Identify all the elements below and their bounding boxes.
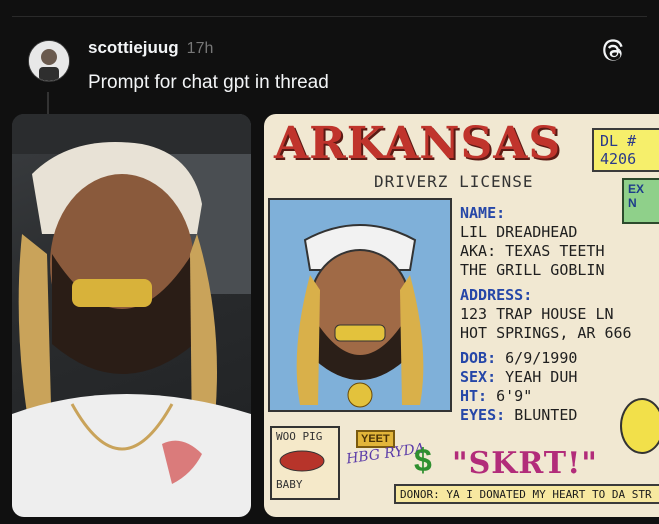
- top-divider: [12, 16, 647, 17]
- sign-top: WOO PIG: [276, 430, 323, 443]
- thread-line: [47, 92, 49, 114]
- field-sex: SEX: YEAH DUH: [460, 368, 578, 386]
- dollar-sign: $: [414, 442, 432, 478]
- dl-tag: DL # 4206: [592, 128, 659, 172]
- field-eyes: EYES: BLUNTED: [460, 406, 578, 424]
- field-address-1: 123 TRAP HOUSE LN: [460, 305, 614, 323]
- field-aka: AKA: TEXAS TEETH: [460, 242, 605, 260]
- field-aka-2: THE GRILL GOBLIN: [460, 261, 605, 279]
- exp-value: N: [628, 196, 637, 210]
- license-info: NAME: LIL DREADHEAD AKA: TEXAS TEETH THE…: [460, 204, 632, 425]
- timestamp: 17h: [186, 40, 214, 57]
- field-address-label: ADDRESS:: [460, 286, 533, 304]
- post-text: Prompt for chat gpt in thread: [88, 72, 329, 93]
- dl-number: 4206: [600, 150, 637, 168]
- avatar[interactable]: [28, 40, 70, 82]
- selfie-photo[interactable]: [12, 114, 251, 517]
- field-ht: HT: 6'9": [460, 387, 533, 405]
- license-title: ARKANSAS: [274, 118, 562, 169]
- post-header: scottiejuug 17h: [88, 38, 213, 58]
- license-subtitle: DRIVERZ LICENSE: [374, 172, 534, 191]
- field-name-label: NAME:: [460, 204, 506, 222]
- field-name-value: LIL DREADHEAD: [460, 223, 578, 241]
- woo-pig-sign: WOO PIG BABY: [270, 426, 340, 500]
- donor-strip: DONOR: YA I DONATED MY HEART TO DA STR: [394, 484, 659, 504]
- skrt-text: "SKRT!": [452, 446, 598, 481]
- field-dob: DOB: 6/9/1990: [460, 349, 578, 367]
- license-card-image[interactable]: ARKANSAS DRIVERZ LICENSE DL # 4206 EX N …: [264, 114, 659, 517]
- dl-label: DL #: [600, 132, 637, 150]
- threads-icon[interactable]: [600, 38, 628, 66]
- portrait-illustration: [296, 224, 424, 408]
- selfie-illustration: [12, 114, 251, 517]
- sign-bottom: BABY: [276, 478, 303, 491]
- field-address-2: HOT SPRINGS, AR 666: [460, 324, 632, 342]
- username[interactable]: scottiejuug: [88, 38, 179, 58]
- exp-label: EX: [628, 182, 645, 196]
- cartoon-portrait: [268, 198, 452, 412]
- avatar-portrait: [29, 41, 69, 81]
- razorback-icon: [279, 450, 325, 472]
- smiley-sticker: [620, 398, 659, 454]
